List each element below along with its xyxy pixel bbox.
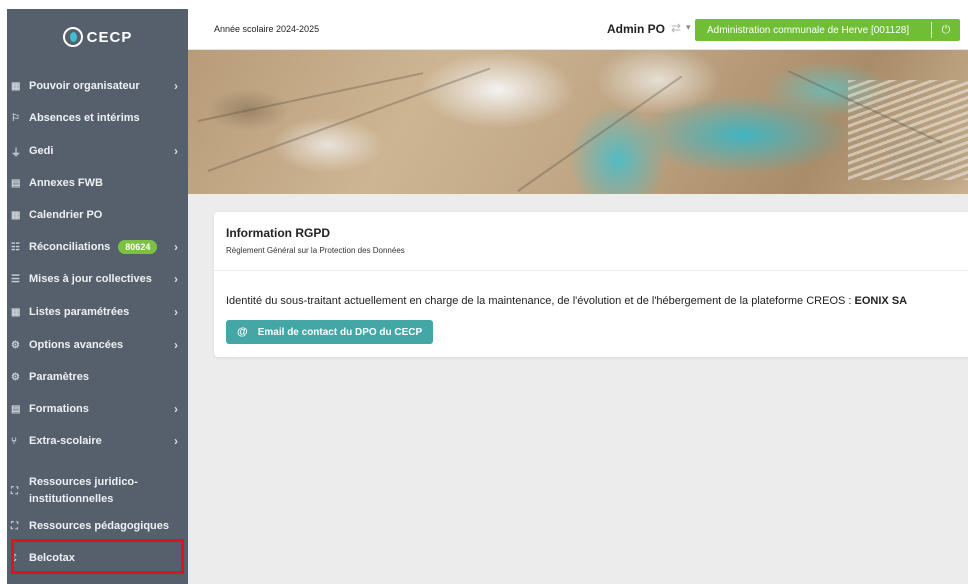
table-icon: ▦ xyxy=(11,306,21,318)
sidebar: CECP ▦ Pouvoir organisateur › ⚐ Absences et … xyxy=(7,9,188,584)
flag-icon: ⚐ xyxy=(11,112,20,124)
aerial-landscape-banner xyxy=(188,50,968,194)
gears-icon: ⚙ xyxy=(11,339,20,351)
presentation-icon: ⛶ xyxy=(11,520,18,532)
chevron-right-icon: › xyxy=(174,305,178,319)
book-icon: ▤ xyxy=(11,403,21,415)
dpo-email-button[interactable]: @ Email de contact du DPO du CECP xyxy=(226,320,434,344)
card-subtitle: Règlement Général sur la Protection des … xyxy=(226,246,405,255)
sidebar-item-label: Absences et intérims xyxy=(29,111,140,124)
sidebar-item-label: Paramètres xyxy=(29,370,89,383)
building-icon: ▦ xyxy=(11,80,21,92)
chevron-right-icon: › xyxy=(174,402,178,416)
window-top-border xyxy=(0,0,968,9)
chevron-right-icon: › xyxy=(174,79,178,93)
card-title: Information RGPD xyxy=(226,226,330,240)
reconciliation-count-badge: 80624 xyxy=(118,240,158,254)
sidebar-item-parametres[interactable]: ⚙ Paramètres xyxy=(7,363,188,391)
utensils-icon: ⑂ xyxy=(11,435,17,447)
cecp-logo[interactable]: CECP xyxy=(7,9,188,65)
sidebar-item-label: Réconciliations xyxy=(29,240,111,253)
role-dropdown-caret-icon[interactable]: ▾ xyxy=(686,22,691,33)
card-header: Information RGPD Règlement Général sur l… xyxy=(214,212,968,271)
users-icon: ☷ xyxy=(11,241,20,253)
banner-road xyxy=(517,75,683,192)
sidebar-item-label: Ressources juridico-institutionnelles xyxy=(29,476,138,505)
sidebar-item-label: Ressources pédagogiques xyxy=(29,519,169,532)
sidebar-item-label: Annexes FWB xyxy=(29,176,103,189)
sidebar-item-options-avancees[interactable]: ⚙ Options avancées › xyxy=(7,331,188,359)
card-body: Identité du sous-traitant actuellement e… xyxy=(214,271,968,344)
belcotax-highlight-box xyxy=(11,539,184,574)
sidebar-item-ressources-pedagogiques[interactable]: ⛶ Ressources pédagogiques xyxy=(7,512,188,540)
sidebar-item-reconciliations[interactable]: ☷ Réconciliations 80624 › xyxy=(7,233,188,261)
sidebar-item-listes-parametrees[interactable]: ▦ Listes paramétrées › xyxy=(7,298,188,326)
sidebar-item-formations[interactable]: ▤ Formations › xyxy=(7,395,188,423)
banner-fields-pattern xyxy=(848,80,968,180)
user-role-label[interactable]: Admin PO xyxy=(607,22,665,36)
subcontractor-company: EONIX SA xyxy=(854,295,908,307)
sidebar-item-ressources-juridico-institutionnelles[interactable]: ⛶ Ressources juridico-institutionnelles xyxy=(7,469,188,513)
sidebar-item-gedi[interactable]: ⏚ Gedi › xyxy=(7,137,188,165)
banner-road xyxy=(197,72,424,122)
chevron-right-icon: › xyxy=(174,240,178,254)
chevron-right-icon: › xyxy=(174,144,178,158)
power-icon[interactable]: ⏻ xyxy=(932,24,960,37)
sidebar-item-label: Listes paramétrées xyxy=(29,305,130,318)
chevron-right-icon: › xyxy=(174,434,178,448)
subcontractor-description: Identité du sous-traitant actuellement e… xyxy=(226,295,855,307)
sidebar-item-mises-a-jour-collectives[interactable]: ☰ Mises à jour collectives › xyxy=(7,265,188,293)
school-year-label: Année scolaire 2024-2025 xyxy=(214,24,320,34)
logo-text: CECP xyxy=(86,28,133,46)
sidebar-item-label: Formations xyxy=(29,402,89,415)
sidebar-item-calendrier-po[interactable]: ▦ Calendrier PO xyxy=(7,201,188,229)
sidebar-item-label: Calendrier PO xyxy=(29,208,103,221)
sidebar-item-label: Gedi xyxy=(29,144,54,157)
sidebar-item-label: Options avancées xyxy=(29,338,124,351)
sidebar-item-pouvoir-organisateur[interactable]: ▦ Pouvoir organisateur › xyxy=(7,72,188,100)
plug-icon: ⏚ xyxy=(11,147,21,159)
dpo-email-button-label: Email de contact du DPO du CECP xyxy=(257,326,423,338)
at-icon: @ xyxy=(237,326,248,338)
presentation-icon: ⛶ xyxy=(11,485,18,497)
sidebar-item-absences-et-interims[interactable]: ⚐ Absences et intérims xyxy=(7,104,188,132)
top-bar: Année scolaire 2024-2025 Admin PO ⇄ ▾ Ad… xyxy=(188,9,968,50)
subcontractor-text: Identité du sous-traitant actuellement e… xyxy=(226,295,968,307)
rgpd-info-card: Information RGPD Règlement Général sur l… xyxy=(214,212,968,357)
calendar-icon: ▦ xyxy=(11,209,21,221)
sidebar-item-label: Extra-scolaire xyxy=(29,434,102,447)
gear-icon: ⚙ xyxy=(11,371,20,383)
chevron-right-icon: › xyxy=(174,272,178,286)
organization-button[interactable]: Administration communale de Herve [00112… xyxy=(695,19,960,41)
sidebar-item-extra-scolaire[interactable]: ⑂ Extra-scolaire › xyxy=(7,427,188,455)
organization-divider xyxy=(931,22,932,38)
window-left-border xyxy=(0,0,7,584)
chevron-right-icon: › xyxy=(174,338,178,352)
logo-mark-icon xyxy=(62,27,83,47)
switch-role-icon[interactable]: ⇄ xyxy=(671,21,681,35)
document-icon: ▤ xyxy=(11,177,21,189)
sidebar-item-label: Mises à jour collectives xyxy=(29,272,152,285)
sidebar-item-annexes-fwb[interactable]: ▤ Annexes FWB xyxy=(7,169,188,197)
banner-road xyxy=(207,67,491,172)
organization-label: Administration communale de Herve [00112… xyxy=(707,24,910,36)
sidebar-item-label: Pouvoir organisateur xyxy=(29,79,140,92)
list-icon: ☰ xyxy=(11,273,20,285)
